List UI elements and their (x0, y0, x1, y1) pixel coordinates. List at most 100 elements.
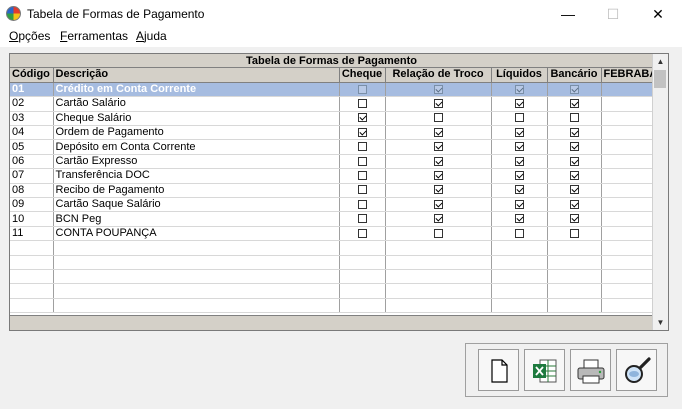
table-row[interactable]: 09 Cartão Saque Salário (10, 197, 654, 213)
checkbox-icon[interactable] (514, 228, 524, 238)
checkbox-cell[interactable] (385, 154, 492, 170)
checkbox-icon[interactable] (569, 127, 579, 137)
menu-ferramentas[interactable]: Ferramentas (60, 29, 128, 43)
checkbox-cell[interactable] (547, 96, 602, 112)
cell-febraban[interactable] (601, 211, 654, 227)
checkbox-cell[interactable] (547, 82, 602, 98)
checkbox-icon[interactable] (514, 156, 524, 166)
checkbox-icon[interactable] (433, 214, 443, 224)
checkbox-icon[interactable] (357, 113, 367, 123)
checkbox-icon[interactable] (569, 99, 579, 109)
checkbox-cell[interactable] (339, 226, 386, 242)
checkbox-cell[interactable] (491, 197, 548, 213)
checkbox-cell[interactable] (491, 139, 548, 155)
checkbox-cell[interactable] (547, 111, 602, 127)
checkbox-cell[interactable] (491, 168, 548, 184)
scroll-thumb[interactable] (654, 70, 666, 88)
cell-descricao[interactable]: Ordem de Pagamento (53, 125, 340, 141)
checkbox-cell[interactable] (339, 139, 386, 155)
checkbox-icon[interactable] (569, 142, 579, 152)
cell-febraban[interactable] (601, 183, 654, 199)
checkbox-cell[interactable] (385, 197, 492, 213)
cell-descricao[interactable]: Depósito em Conta Corrente (53, 139, 340, 155)
export-excel-button[interactable] (524, 349, 565, 391)
checkbox-cell[interactable] (547, 197, 602, 213)
cell-codigo[interactable]: 01 (10, 82, 54, 98)
vertical-scrollbar[interactable]: ▲ ▼ (652, 54, 668, 330)
table-row[interactable]: 07 Transferência DOC (10, 168, 654, 184)
checkbox-icon[interactable] (514, 199, 524, 209)
checkbox-cell[interactable] (385, 168, 492, 184)
checkbox-icon[interactable] (569, 84, 579, 94)
checkbox-cell[interactable] (491, 211, 548, 227)
checkbox-icon[interactable] (433, 185, 443, 195)
checkbox-cell[interactable] (339, 211, 386, 227)
cell-descricao[interactable]: Transferência DOC (53, 168, 340, 184)
checkbox-icon[interactable] (569, 199, 579, 209)
checkbox-icon[interactable] (569, 214, 579, 224)
checkbox-icon[interactable] (569, 113, 579, 123)
checkbox-cell[interactable] (385, 96, 492, 112)
checkbox-icon[interactable] (357, 199, 367, 209)
checkbox-icon[interactable] (433, 113, 443, 123)
checkbox-icon[interactable] (514, 113, 524, 123)
checkbox-cell[interactable] (385, 211, 492, 227)
checkbox-icon[interactable] (357, 228, 367, 238)
checkbox-cell[interactable] (339, 197, 386, 213)
checkbox-cell[interactable] (339, 82, 386, 98)
cell-codigo[interactable]: 11 (10, 226, 54, 242)
cell-codigo[interactable]: 02 (10, 96, 54, 112)
cell-codigo[interactable]: 10 (10, 211, 54, 227)
table-row[interactable]: 02 Cartão Salário (10, 96, 654, 112)
cell-codigo[interactable]: 07 (10, 168, 54, 184)
checkbox-icon[interactable] (357, 84, 367, 94)
cell-codigo[interactable]: 09 (10, 197, 54, 213)
cell-codigo[interactable]: 04 (10, 125, 54, 141)
checkbox-cell[interactable] (339, 154, 386, 170)
checkbox-icon[interactable] (433, 127, 443, 137)
cell-descricao[interactable]: Cartão Saque Salário (53, 197, 340, 213)
table-row[interactable]: 03 Cheque Salário (10, 111, 654, 127)
table-row[interactable]: 04 Ordem de Pagamento (10, 125, 654, 141)
checkbox-cell[interactable] (339, 183, 386, 199)
col-header-relacao-troco[interactable]: Relação de Troco (385, 68, 492, 83)
table-row[interactable]: 11 CONTA POUPANÇA (10, 226, 654, 242)
checkbox-icon[interactable] (433, 156, 443, 166)
cell-descricao[interactable]: Cheque Salário (53, 111, 340, 127)
cell-febraban[interactable] (601, 96, 654, 112)
cell-febraban[interactable] (601, 154, 654, 170)
cell-febraban[interactable] (601, 111, 654, 127)
checkbox-cell[interactable] (339, 111, 386, 127)
checkbox-cell[interactable] (385, 125, 492, 141)
checkbox-cell[interactable] (547, 125, 602, 141)
col-header-febraban[interactable]: FEBRABAN (601, 68, 654, 83)
checkbox-cell[interactable] (385, 111, 492, 127)
checkbox-icon[interactable] (357, 142, 367, 152)
checkbox-icon[interactable] (433, 228, 443, 238)
checkbox-cell[interactable] (547, 168, 602, 184)
cell-descricao[interactable]: Recibo de Pagamento (53, 183, 340, 199)
checkbox-cell[interactable] (491, 154, 548, 170)
cell-descricao[interactable]: Crédito em Conta Corrente (53, 82, 340, 98)
checkbox-cell[interactable] (547, 139, 602, 155)
col-header-liquidos[interactable]: Líquidos (491, 68, 548, 83)
checkbox-cell[interactable] (385, 226, 492, 242)
scroll-up-arrow-icon[interactable]: ▲ (653, 54, 668, 69)
table-row[interactable]: 08 Recibo de Pagamento (10, 183, 654, 199)
cell-febraban[interactable] (601, 125, 654, 141)
col-header-bancario[interactable]: Bancário (547, 68, 602, 83)
checkbox-icon[interactable] (357, 156, 367, 166)
checkbox-icon[interactable] (514, 171, 524, 181)
checkbox-cell[interactable] (339, 125, 386, 141)
checkbox-icon[interactable] (357, 214, 367, 224)
checkbox-icon[interactable] (433, 99, 443, 109)
menu-ajuda[interactable]: Ajuda (136, 29, 167, 43)
checkbox-cell[interactable] (491, 226, 548, 242)
checkbox-cell[interactable] (547, 211, 602, 227)
col-header-codigo[interactable]: Código (10, 68, 54, 83)
cell-febraban[interactable] (601, 226, 654, 242)
checkbox-cell[interactable] (385, 139, 492, 155)
checkbox-cell[interactable] (491, 82, 548, 98)
table-row[interactable]: 05 Depósito em Conta Corrente (10, 139, 654, 155)
cell-descricao[interactable]: Cartão Salário (53, 96, 340, 112)
